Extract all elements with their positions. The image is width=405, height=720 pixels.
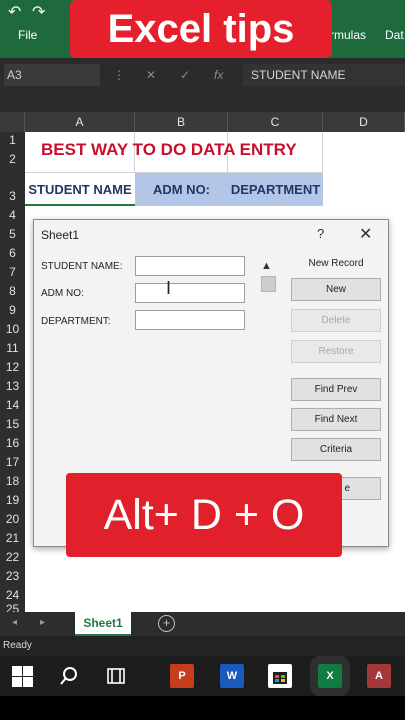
row-header[interactable]: 19 — [0, 493, 25, 507]
row-header[interactable]: 18 — [0, 474, 25, 488]
row-header[interactable]: 11 — [0, 341, 25, 355]
cancel-icon[interactable]: ✕ — [146, 68, 156, 82]
task-view-icon[interactable] — [104, 664, 128, 688]
student-name-field[interactable] — [135, 256, 245, 276]
tab-data[interactable]: Dat — [385, 28, 404, 42]
delete-button[interactable]: Delete — [291, 309, 381, 332]
formula-bar: A3 ⋮ ✕ ✓ fx STUDENT NAME — [0, 58, 405, 112]
row-header[interactable]: 8 — [0, 284, 25, 298]
powerpoint-icon[interactable]: P — [170, 664, 194, 688]
formula-bar-separator: ⋮ — [113, 68, 125, 82]
new-button[interactable]: New — [291, 278, 381, 301]
excel-icon[interactable]: X — [310, 656, 350, 696]
shortcut-caption: Alt+ D + O — [66, 473, 342, 557]
header-cell-student-name[interactable]: STUDENT NAME — [25, 173, 135, 206]
row-header[interactable]: 12 — [0, 360, 25, 374]
name-box[interactable]: A3 — [4, 64, 100, 86]
row-header[interactable]: 6 — [0, 246, 25, 260]
header-cell-department[interactable]: DEPARTMENT — [228, 173, 323, 206]
row-header[interactable]: 9 — [0, 303, 25, 317]
department-field[interactable] — [135, 310, 245, 330]
column-header-d[interactable]: D — [323, 112, 405, 132]
header-cell-adm-no[interactable]: ADM NO: — [135, 173, 228, 206]
tab-formulas[interactable]: rmulas — [330, 28, 366, 42]
criteria-button[interactable]: Criteria — [291, 438, 381, 461]
restore-button[interactable]: Restore — [291, 340, 381, 363]
dialog-title: Sheet1 — [41, 228, 80, 242]
row-header[interactable]: 5 — [0, 227, 25, 241]
row-header[interactable]: 20 — [0, 512, 25, 526]
sheet-tabs-bar: ◂ ▸ Sheet1 + — [0, 612, 405, 636]
adm-no-label: ADM NO: — [41, 288, 84, 299]
status-bar: Ready — [0, 636, 405, 656]
row-header[interactable]: 10 — [0, 322, 25, 336]
close-icon[interactable]: ✕ — [359, 224, 372, 244]
row-header[interactable]: 24 — [0, 588, 25, 602]
sheet-title: BEST WAY TO DO DATA ENTRY — [41, 140, 297, 159]
undo-icon[interactable]: ↶ — [8, 2, 21, 22]
tab-file[interactable]: File — [18, 28, 37, 42]
row-header[interactable]: 4 — [0, 208, 25, 222]
scroll-up-icon[interactable]: ▲ — [261, 260, 272, 272]
record-status: New Record — [308, 258, 364, 269]
tab-prev-icon[interactable]: ◂ — [12, 617, 17, 628]
row-headers: 1 2 3 4 5 6 7 8 9 10 11 12 13 14 15 16 1… — [0, 132, 25, 616]
redo-icon[interactable]: ↷ — [32, 2, 45, 22]
enter-icon[interactable]: ✓ — [180, 68, 190, 82]
row-header[interactable]: 17 — [0, 455, 25, 469]
bottom-bar — [0, 696, 405, 720]
column-header-b[interactable]: B — [135, 112, 228, 132]
row-header[interactable]: 13 — [0, 379, 25, 393]
adm-no-field[interactable] — [135, 283, 245, 303]
windows-start-icon[interactable] — [10, 664, 34, 688]
add-sheet-icon[interactable]: + — [158, 615, 175, 632]
word-icon[interactable]: W — [220, 664, 244, 688]
student-name-label: STUDENT NAME: — [41, 261, 123, 272]
row-header[interactable]: 7 — [0, 265, 25, 279]
scroll-thumb[interactable] — [261, 276, 276, 292]
department-label: DEPARTMENT: — [41, 316, 111, 327]
column-header-c[interactable]: C — [228, 112, 323, 132]
tab-sheet1[interactable]: Sheet1 — [75, 612, 131, 636]
search-icon[interactable] — [57, 664, 81, 688]
text-cursor-icon: I — [166, 278, 172, 298]
formula-input[interactable]: STUDENT NAME — [243, 64, 405, 86]
row-header[interactable]: 21 — [0, 531, 25, 545]
find-prev-button[interactable]: Find Prev — [291, 378, 381, 401]
row-header[interactable]: 22 — [0, 550, 25, 564]
access-icon[interactable]: A — [367, 664, 391, 688]
row-header[interactable]: 3 — [0, 189, 25, 203]
row-header[interactable]: 23 — [0, 569, 25, 583]
row-header[interactable]: 2 — [0, 152, 25, 166]
column-header-a[interactable]: A — [25, 112, 135, 132]
store-icon[interactable] — [268, 664, 292, 688]
row-header[interactable]: 1 — [0, 133, 25, 147]
taskbar: P W X A — [0, 656, 405, 696]
function-icon[interactable]: fx — [214, 68, 223, 82]
excel-tips-banner: Excel tips — [70, 0, 332, 58]
row-header[interactable]: 16 — [0, 436, 25, 450]
status-text: Ready — [3, 640, 32, 651]
row-header[interactable]: 14 — [0, 398, 25, 412]
row-header[interactable]: 15 — [0, 417, 25, 431]
find-next-button[interactable]: Find Next — [291, 408, 381, 431]
help-icon[interactable]: ? — [317, 226, 324, 241]
tab-next-icon[interactable]: ▸ — [40, 617, 45, 628]
select-all-corner[interactable] — [0, 112, 25, 132]
